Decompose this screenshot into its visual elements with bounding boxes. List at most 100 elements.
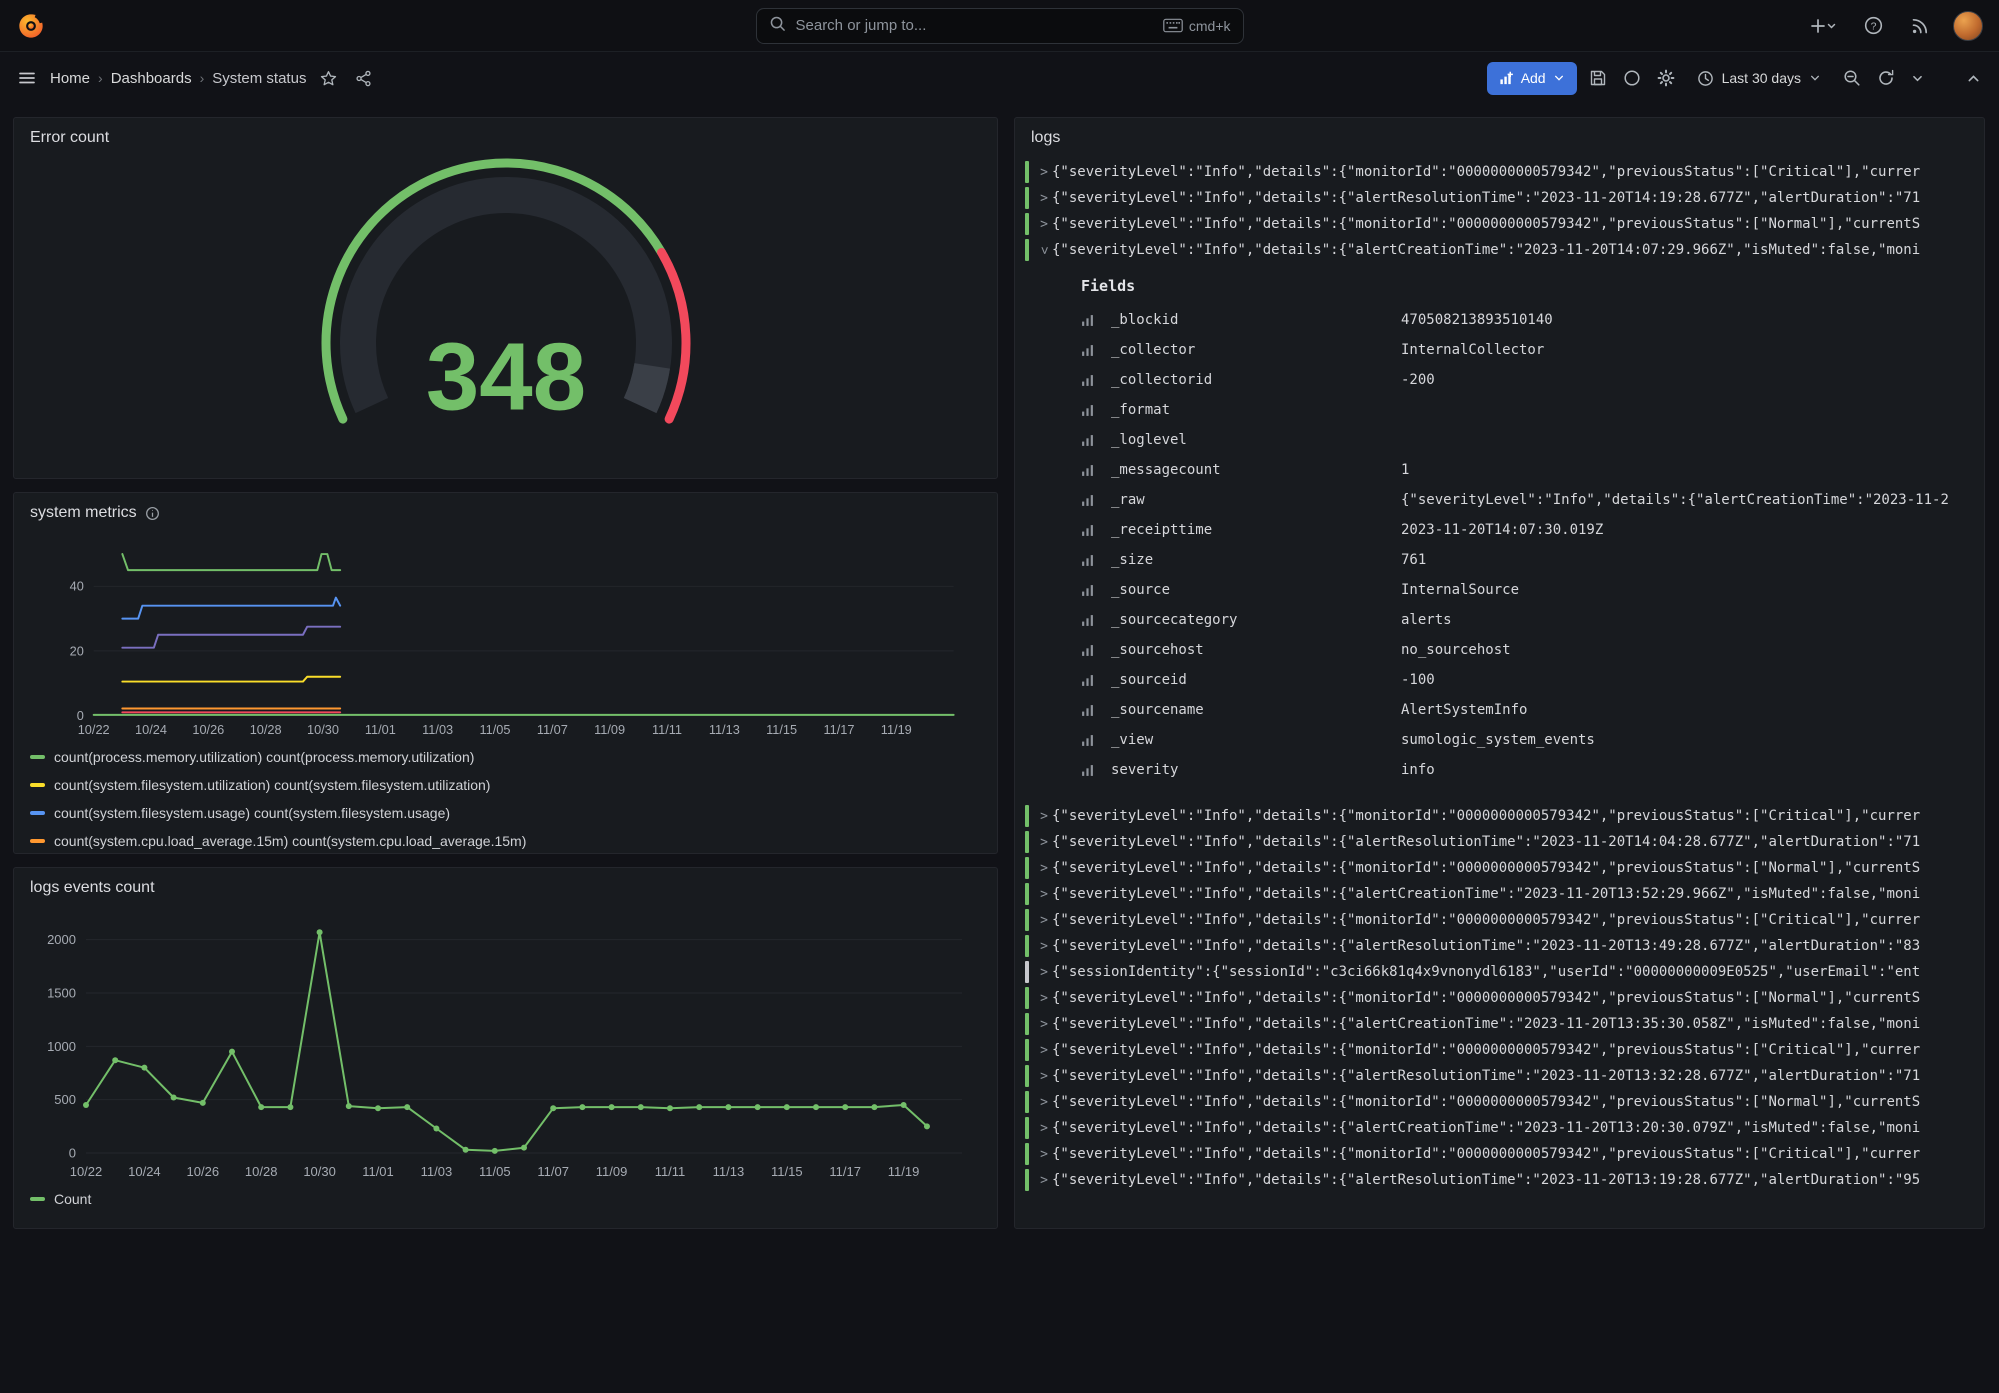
log-row[interactable]: >{"severityLevel":"Info","details":{"mon… bbox=[1023, 1141, 1972, 1167]
legend-item-label: count(system.filesystem.utilization) cou… bbox=[54, 777, 490, 793]
log-row[interactable]: >{"severityLevel":"Info","details":{"ale… bbox=[1023, 881, 1972, 907]
chevron-right-icon[interactable]: > bbox=[1036, 965, 1052, 980]
field-name: _sourceid bbox=[1111, 672, 1401, 688]
legend-item[interactable]: count(system.cpu.load_average.15m) count… bbox=[30, 827, 981, 853]
panel-header[interactable]: logs events count bbox=[14, 868, 997, 903]
chevron-right-icon[interactable]: > bbox=[1036, 165, 1052, 180]
field-stats-icon[interactable] bbox=[1081, 554, 1097, 567]
chevron-right-icon[interactable]: > bbox=[1036, 191, 1052, 206]
log-row[interactable]: >{"severityLevel":"Info","details":{"mon… bbox=[1023, 907, 1972, 933]
chevron-right-icon[interactable]: > bbox=[1036, 1043, 1052, 1058]
breadcrumb-dashboards[interactable]: Dashboards bbox=[111, 70, 192, 87]
dashboard-insights-button[interactable] bbox=[1619, 65, 1645, 91]
legend-item[interactable]: count(system.filesystem.usage) count(sys… bbox=[30, 799, 981, 827]
search-input[interactable] bbox=[796, 17, 1153, 34]
field-name: _collector bbox=[1111, 342, 1401, 358]
field-stats-icon[interactable] bbox=[1081, 374, 1097, 387]
breadcrumb-home[interactable]: Home bbox=[50, 70, 90, 87]
log-row[interactable]: >{"severityLevel":"Info","details":{"ale… bbox=[1023, 933, 1972, 959]
chevron-right-icon[interactable]: > bbox=[1036, 913, 1052, 928]
field-stats-icon[interactable] bbox=[1081, 704, 1097, 717]
log-row[interactable]: >{"severityLevel":"Info","details":{"mon… bbox=[1023, 159, 1972, 185]
chevron-right-icon[interactable]: > bbox=[1036, 1173, 1052, 1188]
share-button[interactable] bbox=[351, 66, 376, 91]
info-icon[interactable] bbox=[145, 506, 160, 521]
field-stats-icon[interactable] bbox=[1081, 674, 1097, 687]
field-stats-icon[interactable] bbox=[1081, 734, 1097, 747]
chevron-right-icon[interactable]: > bbox=[1036, 991, 1052, 1006]
help-button[interactable]: ? bbox=[1860, 12, 1887, 39]
svg-text:11/19: 11/19 bbox=[881, 722, 912, 737]
log-row[interactable]: >{"severityLevel":"Info","details":{"ale… bbox=[1023, 1167, 1972, 1193]
log-list: >{"severityLevel":"Info","details":{"mon… bbox=[1015, 153, 1984, 1201]
chevron-down-icon[interactable]: > bbox=[1036, 243, 1052, 258]
field-stats-icon[interactable] bbox=[1081, 584, 1097, 597]
chevron-right-icon[interactable]: > bbox=[1036, 809, 1052, 824]
field-stats-icon[interactable] bbox=[1081, 344, 1097, 357]
field-stats-icon[interactable] bbox=[1081, 524, 1097, 537]
save-dashboard-button[interactable] bbox=[1585, 65, 1611, 91]
legend-item-label: count(process.memory.utilization) count(… bbox=[54, 749, 474, 765]
panel-header[interactable]: logs bbox=[1015, 118, 1984, 153]
field-stats-icon[interactable] bbox=[1081, 404, 1097, 417]
log-row[interactable]: >{"severityLevel":"Info","details":{"ale… bbox=[1023, 1115, 1972, 1141]
chevron-right-icon[interactable]: > bbox=[1036, 1017, 1052, 1032]
new-menu-button[interactable] bbox=[1806, 13, 1840, 39]
panel-header[interactable]: Error count bbox=[14, 118, 997, 153]
log-row[interactable]: >{"severityLevel":"Info","details":{"mon… bbox=[1023, 1089, 1972, 1115]
chevron-right-icon[interactable]: > bbox=[1036, 1069, 1052, 1084]
log-row[interactable]: >{"severityLevel":"Info","details":{"ale… bbox=[1023, 185, 1972, 211]
share-icon bbox=[355, 70, 372, 87]
field-stats-icon[interactable] bbox=[1081, 434, 1097, 447]
legend-swatch bbox=[30, 755, 45, 759]
zoom-out-button[interactable] bbox=[1839, 65, 1865, 91]
log-row[interactable]: >{"severityLevel":"Info","details":{"mon… bbox=[1023, 1037, 1972, 1063]
log-severity-bar bbox=[1025, 1117, 1029, 1139]
scroll-to-top-button[interactable] bbox=[1962, 67, 1985, 90]
log-line-text: {"severityLevel":"Info","details":{"aler… bbox=[1052, 886, 1972, 902]
chevron-right-icon[interactable]: > bbox=[1036, 887, 1052, 902]
legend-swatch bbox=[30, 839, 45, 843]
log-row[interactable]: >{"severityLevel":"Info","details":{"mon… bbox=[1023, 803, 1972, 829]
chevron-right-icon[interactable]: > bbox=[1036, 1147, 1052, 1162]
field-row: _raw{"severityLevel":"Info","details":{"… bbox=[1081, 485, 1972, 515]
log-row[interactable]: >{"severityLevel":"Info","details":{"ale… bbox=[1023, 237, 1972, 263]
chevron-right-icon[interactable]: > bbox=[1036, 1095, 1052, 1110]
field-stats-icon[interactable] bbox=[1081, 494, 1097, 507]
field-stats-icon[interactable] bbox=[1081, 764, 1097, 777]
chevron-right-icon[interactable]: > bbox=[1036, 217, 1052, 232]
time-range-picker[interactable]: Last 30 days bbox=[1687, 62, 1831, 95]
legend-item[interactable]: count(process.memory.utilization) count(… bbox=[30, 743, 981, 771]
legend-item-label: count(system.filesystem.usage) count(sys… bbox=[54, 805, 450, 821]
field-stats-icon[interactable] bbox=[1081, 314, 1097, 327]
panel-logs: logs >{"severityLevel":"Info","details":… bbox=[1014, 117, 1985, 1229]
chevron-right-icon[interactable]: > bbox=[1036, 939, 1052, 954]
log-row[interactable]: >{"severityLevel":"Info","details":{"mon… bbox=[1023, 211, 1972, 237]
field-stats-icon[interactable] bbox=[1081, 614, 1097, 627]
grafana-logo[interactable] bbox=[16, 11, 46, 41]
favorite-button[interactable] bbox=[316, 66, 341, 91]
field-value: info bbox=[1401, 762, 1972, 778]
dashboard-settings-button[interactable] bbox=[1653, 65, 1679, 91]
chevron-right-icon[interactable]: > bbox=[1036, 1121, 1052, 1136]
mega-menu-toggle[interactable] bbox=[14, 65, 40, 91]
chevron-right-icon[interactable]: > bbox=[1036, 835, 1052, 850]
add-button[interactable]: Add bbox=[1487, 62, 1577, 95]
chevron-right-icon[interactable]: > bbox=[1036, 861, 1052, 876]
log-row[interactable]: >{"severityLevel":"Info","details":{"mon… bbox=[1023, 985, 1972, 1011]
field-stats-icon[interactable] bbox=[1081, 464, 1097, 477]
field-stats-icon[interactable] bbox=[1081, 644, 1097, 657]
refresh-interval-dropdown[interactable] bbox=[1907, 68, 1928, 89]
log-row[interactable]: >{"severityLevel":"Info","details":{"ale… bbox=[1023, 1011, 1972, 1037]
log-row[interactable]: >{"severityLevel":"Info","details":{"ale… bbox=[1023, 829, 1972, 855]
global-search[interactable]: cmd+k bbox=[756, 8, 1244, 44]
log-row[interactable]: >{"sessionIdentity":{"sessionId":"c3ci66… bbox=[1023, 959, 1972, 985]
panel-header[interactable]: system metrics bbox=[14, 493, 997, 528]
legend-item[interactable]: count(system.filesystem.utilization) cou… bbox=[30, 771, 981, 799]
user-avatar[interactable] bbox=[1953, 11, 1983, 41]
news-button[interactable] bbox=[1907, 13, 1933, 39]
refresh-button[interactable] bbox=[1873, 65, 1899, 91]
legend-item[interactable]: Count bbox=[30, 1185, 981, 1213]
log-row[interactable]: >{"severityLevel":"Info","details":{"ale… bbox=[1023, 1063, 1972, 1089]
log-row[interactable]: >{"severityLevel":"Info","details":{"mon… bbox=[1023, 855, 1972, 881]
